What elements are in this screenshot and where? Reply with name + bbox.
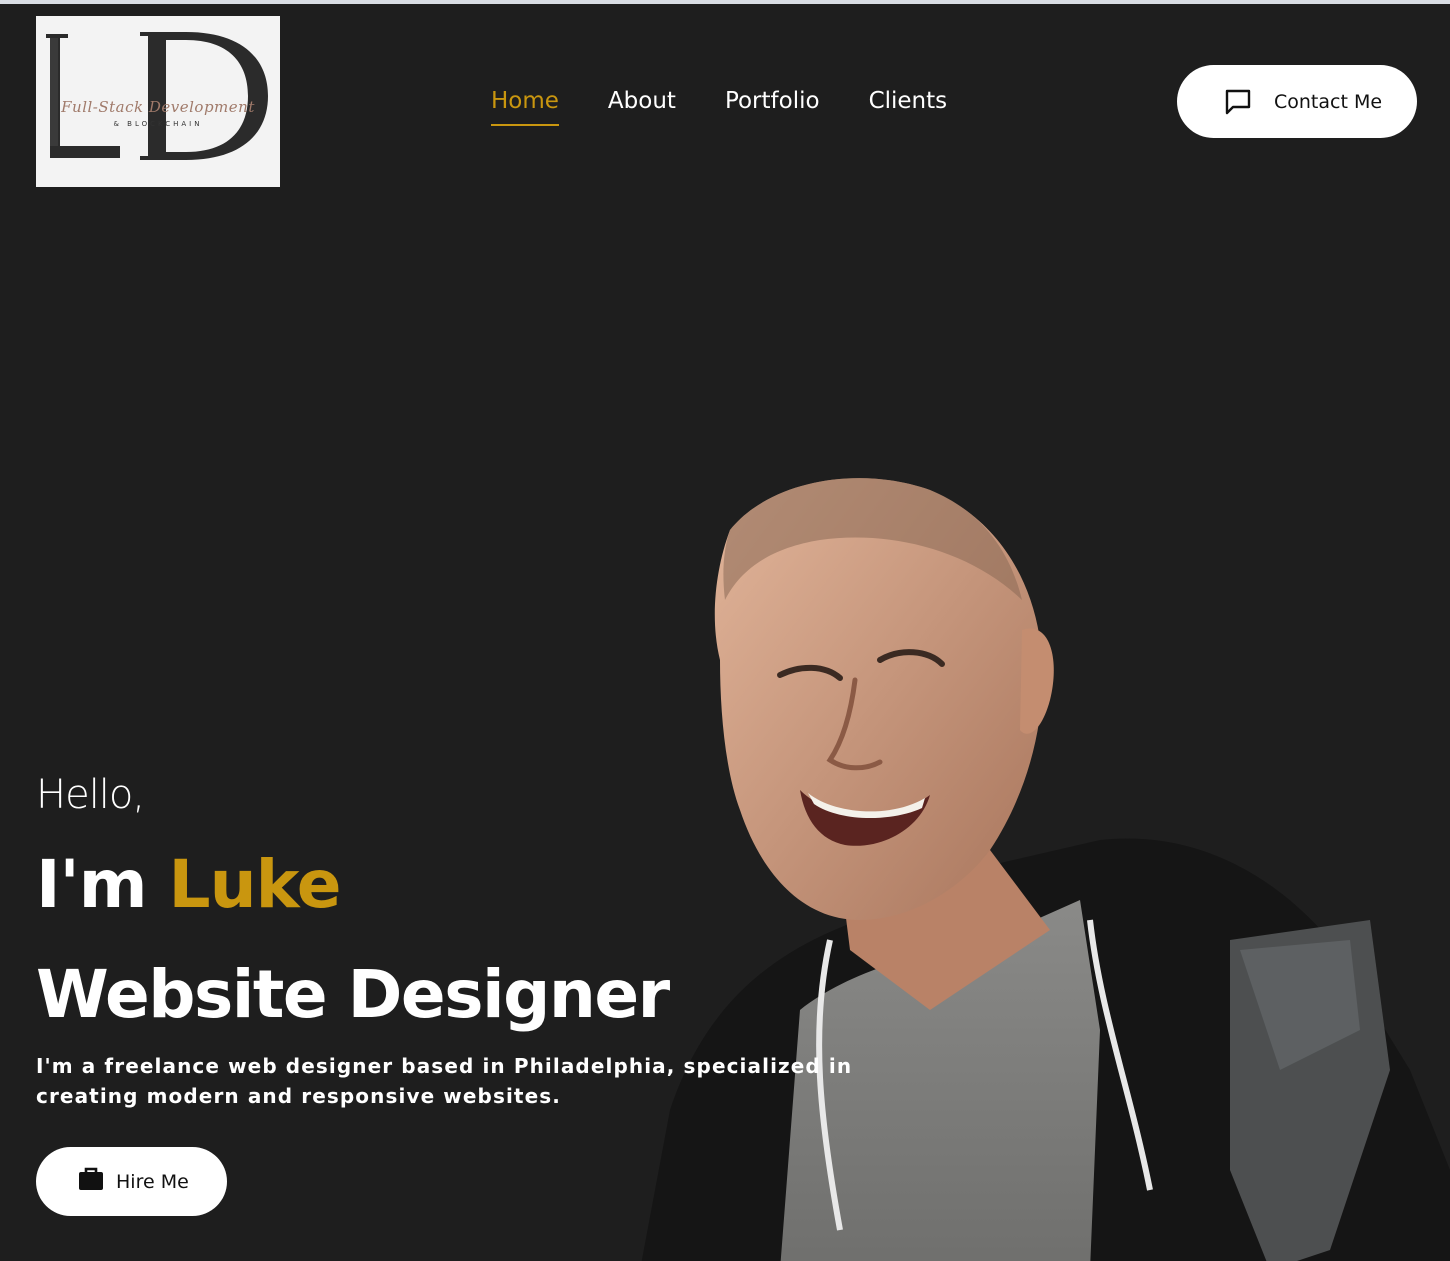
briefcase-icon xyxy=(79,1167,103,1190)
contact-button[interactable]: Contact Me xyxy=(1177,65,1417,138)
hero-intro-prefix: I'm xyxy=(36,846,148,923)
hero-page: Full-Stack Development & BLOCKCHAIN Home… xyxy=(0,4,1450,1261)
hero-intro: I'm Luke xyxy=(36,846,342,923)
nav-item-home[interactable]: Home xyxy=(491,88,559,126)
logo-tagline: Full-Stack Development xyxy=(61,98,255,116)
hero-role: Website Designer xyxy=(36,956,670,1033)
hero-greeting: Hello, xyxy=(36,772,145,818)
nav-item-clients[interactable]: Clients xyxy=(869,88,948,126)
logo-subtitle: & BLOCKCHAIN xyxy=(113,120,203,128)
nav-item-about[interactable]: About xyxy=(608,88,676,126)
main-nav: Home About Portfolio Clients xyxy=(491,88,996,126)
hire-me-button[interactable]: Hire Me xyxy=(36,1147,227,1216)
hero-description: I'm a freelance web designer based in Ph… xyxy=(36,1054,853,1108)
site-logo[interactable]: Full-Stack Development & BLOCKCHAIN xyxy=(36,16,280,187)
nav-item-portfolio[interactable]: Portfolio xyxy=(725,88,820,126)
chat-bubble-icon xyxy=(1225,89,1251,114)
contact-button-label: Contact Me xyxy=(1274,90,1383,113)
hero-name: Luke xyxy=(168,846,342,923)
hero-portrait-image xyxy=(641,478,1450,1261)
hire-me-label: Hire Me xyxy=(116,1170,189,1193)
